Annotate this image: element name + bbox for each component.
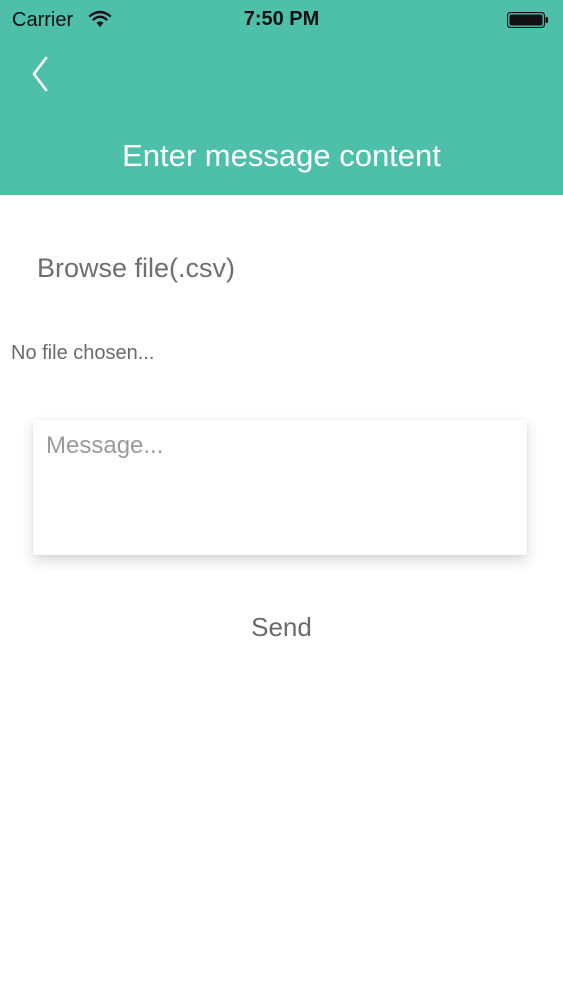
header-bar: Carrier 7:50 PM Enter message content bbox=[0, 0, 563, 195]
status-time: 7:50 PM bbox=[243, 8, 320, 30]
battery-full-icon bbox=[506, 11, 549, 29]
browse-file-button[interactable]: Browse file(.csv) bbox=[37, 251, 235, 285]
file-status-label: No file chosen... bbox=[11, 342, 155, 364]
send-button[interactable]: Send bbox=[222, 610, 342, 644]
message-input[interactable] bbox=[33, 420, 527, 555]
page-title: Enter message content bbox=[122, 138, 441, 173]
back-button[interactable] bbox=[22, 52, 62, 96]
chevron-left-icon bbox=[22, 56, 62, 100]
message-card bbox=[33, 420, 527, 555]
message-screen: Carrier 7:50 PM Enter message content Br… bbox=[0, 0, 563, 1000]
status-bar: Carrier 7:50 PM bbox=[0, 0, 563, 40]
